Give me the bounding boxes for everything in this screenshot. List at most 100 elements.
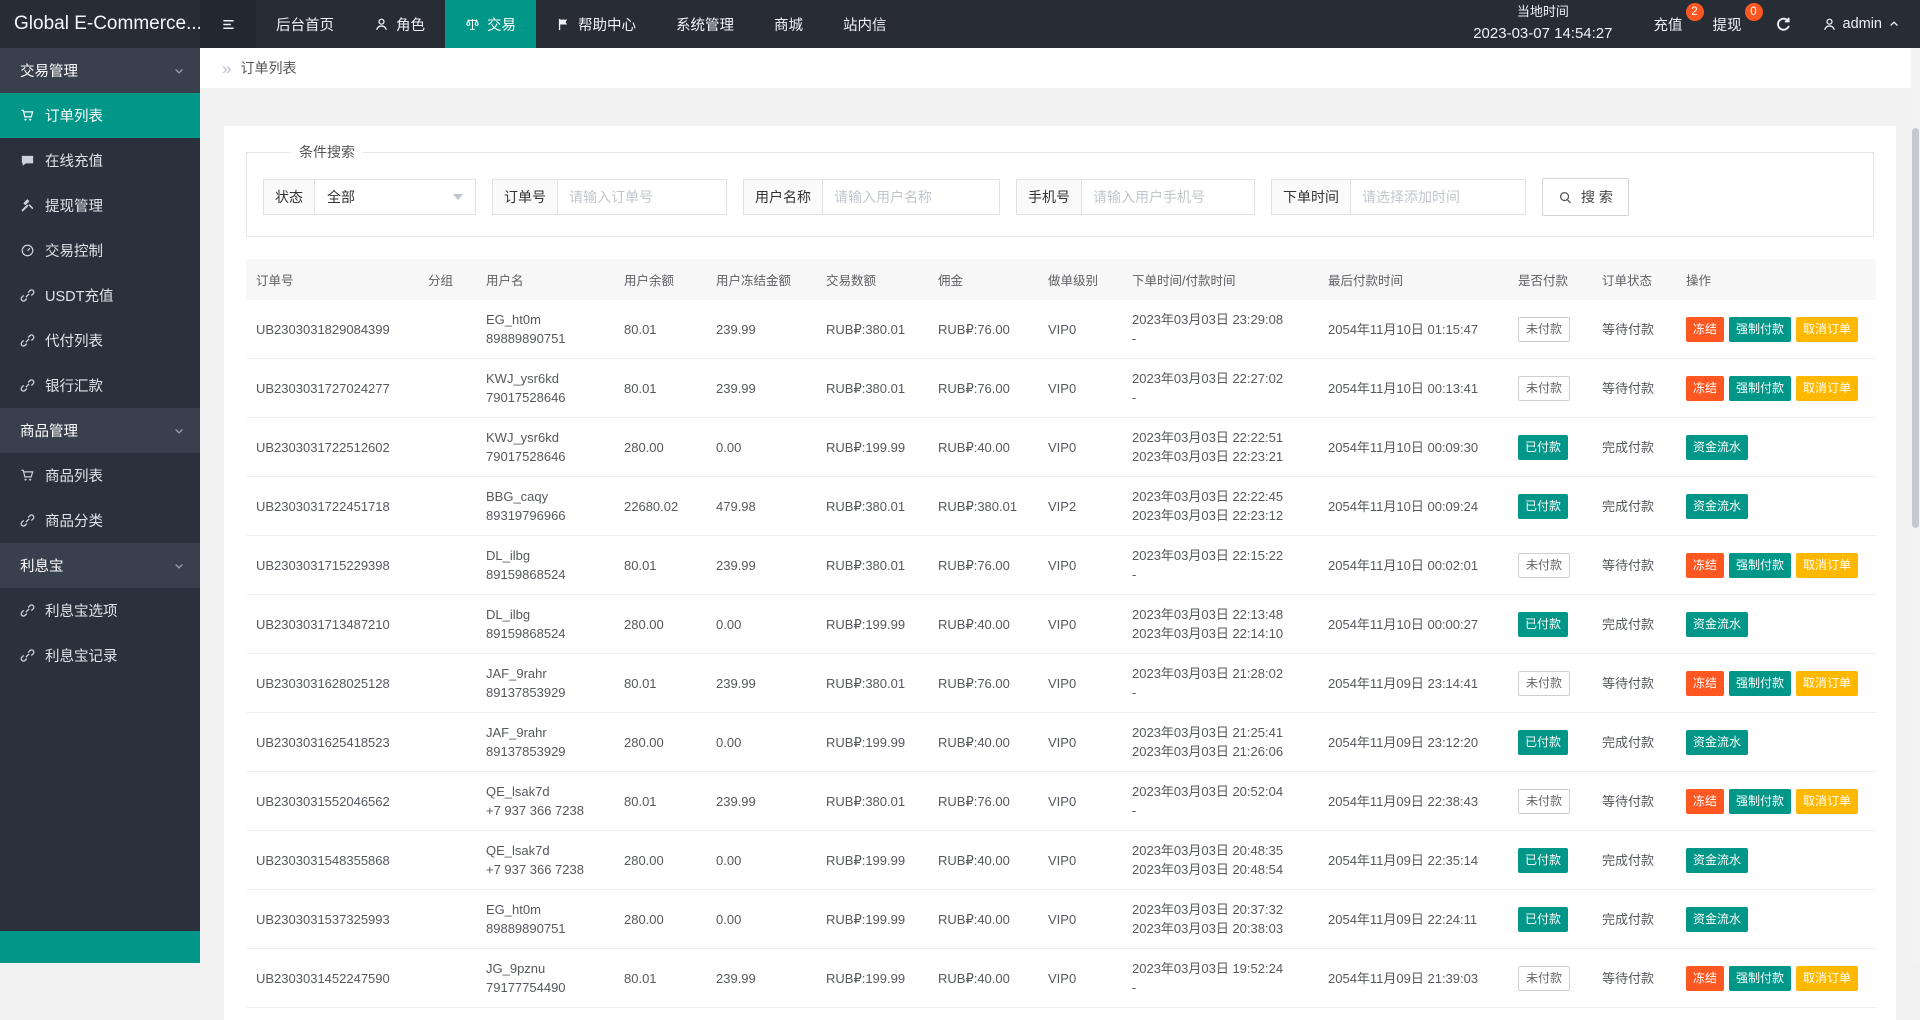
withdraw-nav-item[interactable]: 提现 0 <box>1698 0 1757 48</box>
column-header-balance: 用户余额 <box>614 259 706 300</box>
order-time-input[interactable] <box>1351 180 1525 214</box>
cancel-order-button[interactable]: 取消订单 <box>1796 553 1858 578</box>
username-line: JAF_9rahr <box>486 723 604 742</box>
fund-flow-button[interactable]: 资金流水 <box>1686 848 1748 873</box>
force-pay-button[interactable]: 强制付款 <box>1729 671 1791 696</box>
recharge-nav-item[interactable]: 充值 2 <box>1639 0 1698 48</box>
fund-flow-button[interactable]: 资金流水 <box>1686 907 1748 932</box>
cell-level: VIP0 <box>1038 300 1122 359</box>
cell-last-pay-time: 2054年11月09日 22:35:14 <box>1318 831 1508 890</box>
cell-pay-status: 未付款 <box>1508 949 1592 1008</box>
search-button[interactable]: 搜 索 <box>1542 178 1629 216</box>
cell-pay-status: 已付款 <box>1508 890 1592 949</box>
cell-level: VIP0 <box>1038 713 1122 772</box>
fund-flow-button[interactable]: 资金流水 <box>1686 612 1748 637</box>
sidebar-group-label: 商品管理 <box>20 420 78 441</box>
cell-group <box>418 949 476 1008</box>
freeze-button[interactable]: 冻结 <box>1686 553 1724 578</box>
cell-order-status: 完成付款 <box>1592 595 1676 654</box>
pay-status-badge: 已付款 <box>1518 848 1568 873</box>
order-no-input[interactable] <box>558 180 726 214</box>
cell-actions: 冻结强制付款取消订单 <box>1676 359 1876 418</box>
cell-order-time: 2023年03月03日 20:52:04- <box>1122 772 1318 831</box>
nav-item-trade[interactable]: 交易 <box>445 0 536 48</box>
sidebar-group-trade-manage[interactable]: 交易管理 <box>0 48 200 93</box>
search-panel: 条件搜索 状态 全部 订单号 用户名称 <box>246 142 1874 237</box>
freeze-button[interactable]: 冻结 <box>1686 966 1724 991</box>
pay-status-badge: 未付款 <box>1518 966 1570 991</box>
cell-username: KWJ_ysr6kd79017528646 <box>476 359 614 418</box>
cell-order-no: UB2303031722451718 <box>246 477 418 536</box>
pay-status-badge: 未付款 <box>1518 789 1570 814</box>
cell-group <box>418 536 476 595</box>
cancel-order-button[interactable]: 取消订单 <box>1796 966 1858 991</box>
top-navbar: Global E-Commerce... 后台首页角色交易帮助中心系统管理商城站… <box>0 0 1920 48</box>
admin-menu[interactable]: admin <box>1810 0 1920 48</box>
sidebar-item-lixibao-records[interactable]: 利息宝记录 <box>0 633 200 678</box>
sidebar-item-daifu-list[interactable]: 代付列表 <box>0 318 200 363</box>
username-line: BBG_caqy <box>486 487 604 506</box>
cancel-order-button[interactable]: 取消订单 <box>1796 317 1858 342</box>
freeze-button[interactable]: 冻结 <box>1686 376 1724 401</box>
cell-order-status: 等待付款 <box>1592 654 1676 713</box>
sidebar-item-online-recharge[interactable]: 在线充值 <box>0 138 200 183</box>
force-pay-button[interactable]: 强制付款 <box>1729 966 1791 991</box>
nav-item-label: 站内信 <box>843 14 887 35</box>
sidebar-collapse-button[interactable] <box>200 0 256 48</box>
status-select[interactable]: 全部 <box>315 180 475 214</box>
sidebar-item-withdraw-manage[interactable]: 提现管理 <box>0 183 200 228</box>
force-pay-button[interactable]: 强制付款 <box>1729 376 1791 401</box>
freeze-button[interactable]: 冻结 <box>1686 317 1724 342</box>
cell-last-pay-time: 2054年11月09日 22:38:43 <box>1318 772 1508 831</box>
cell-username: BBG_caqy89319796966 <box>476 477 614 536</box>
cell-commission: RUB₽:76.00 <box>928 772 1038 831</box>
force-pay-button[interactable]: 强制付款 <box>1729 789 1791 814</box>
cell-level: VIP0 <box>1038 890 1122 949</box>
cell-actions: 资金流水 <box>1676 713 1876 772</box>
force-pay-button[interactable]: 强制付款 <box>1729 553 1791 578</box>
sidebar-item-label: 代付列表 <box>45 330 103 351</box>
sidebar-group-lixibao[interactable]: 利息宝 <box>0 543 200 588</box>
sidebar-item-order-list[interactable]: 订单列表 <box>0 93 200 138</box>
cell-actions: 冻结强制付款取消订单 <box>1676 654 1876 713</box>
fund-flow-button[interactable]: 资金流水 <box>1686 730 1748 755</box>
nav-item-site-message[interactable]: 站内信 <box>823 0 907 48</box>
order-time-line: - <box>1132 329 1308 348</box>
freeze-button[interactable]: 冻结 <box>1686 789 1724 814</box>
cell-order-no: UB2303031537325993 <box>246 890 418 949</box>
sidebar-item-usdt-recharge[interactable]: USDT充值 <box>0 273 200 318</box>
pay-status-badge: 未付款 <box>1518 553 1570 578</box>
sidebar-item-lixibao-options[interactable]: 利息宝选项 <box>0 588 200 633</box>
cell-balance: 80.01 <box>614 536 706 595</box>
cell-order-no: UB2303031727024277 <box>246 359 418 418</box>
refresh-button[interactable] <box>1757 0 1810 48</box>
app-logo: Global E-Commerce... <box>0 0 200 48</box>
sidebar-group-goods-manage[interactable]: 商品管理 <box>0 408 200 453</box>
sidebar-item-goods-category[interactable]: 商品分类 <box>0 498 200 543</box>
sidebar-item-bank-remit[interactable]: 银行汇款 <box>0 363 200 408</box>
scrollbar-thumb[interactable] <box>1912 128 1919 528</box>
cancel-order-button[interactable]: 取消订单 <box>1796 376 1858 401</box>
pay-status-badge: 已付款 <box>1518 612 1568 637</box>
sidebar-item-goods-list[interactable]: 商品列表 <box>0 453 200 498</box>
nav-item-system-manage[interactable]: 系统管理 <box>656 0 754 48</box>
freeze-button[interactable]: 冻结 <box>1686 671 1724 696</box>
nav-item-mall[interactable]: 商城 <box>754 0 823 48</box>
cell-username: QE_lsak7d+7 937 366 7238 <box>476 831 614 890</box>
nav-item-roles[interactable]: 角色 <box>354 0 445 48</box>
nav-item-help-center[interactable]: 帮助中心 <box>536 0 656 48</box>
sidebar-item-trade-control[interactable]: 交易控制 <box>0 228 200 273</box>
force-pay-button[interactable]: 强制付款 <box>1729 317 1791 342</box>
cancel-order-button[interactable]: 取消订单 <box>1796 671 1858 696</box>
sidebar-item-label: 交易控制 <box>45 240 103 261</box>
phone-input[interactable] <box>1082 180 1254 214</box>
order-time-line: 2023年03月03日 22:27:02 <box>1132 369 1308 388</box>
cell-commission: RUB₽:76.00 <box>928 359 1038 418</box>
cancel-order-button[interactable]: 取消订单 <box>1796 789 1858 814</box>
username-input[interactable] <box>823 180 999 214</box>
cell-order-status: 等待付款 <box>1592 536 1676 595</box>
fund-flow-button[interactable]: 资金流水 <box>1686 435 1748 460</box>
fund-flow-button[interactable]: 资金流水 <box>1686 494 1748 519</box>
nav-item-home[interactable]: 后台首页 <box>256 0 354 48</box>
username-line: +7 937 366 7238 <box>486 860 604 879</box>
